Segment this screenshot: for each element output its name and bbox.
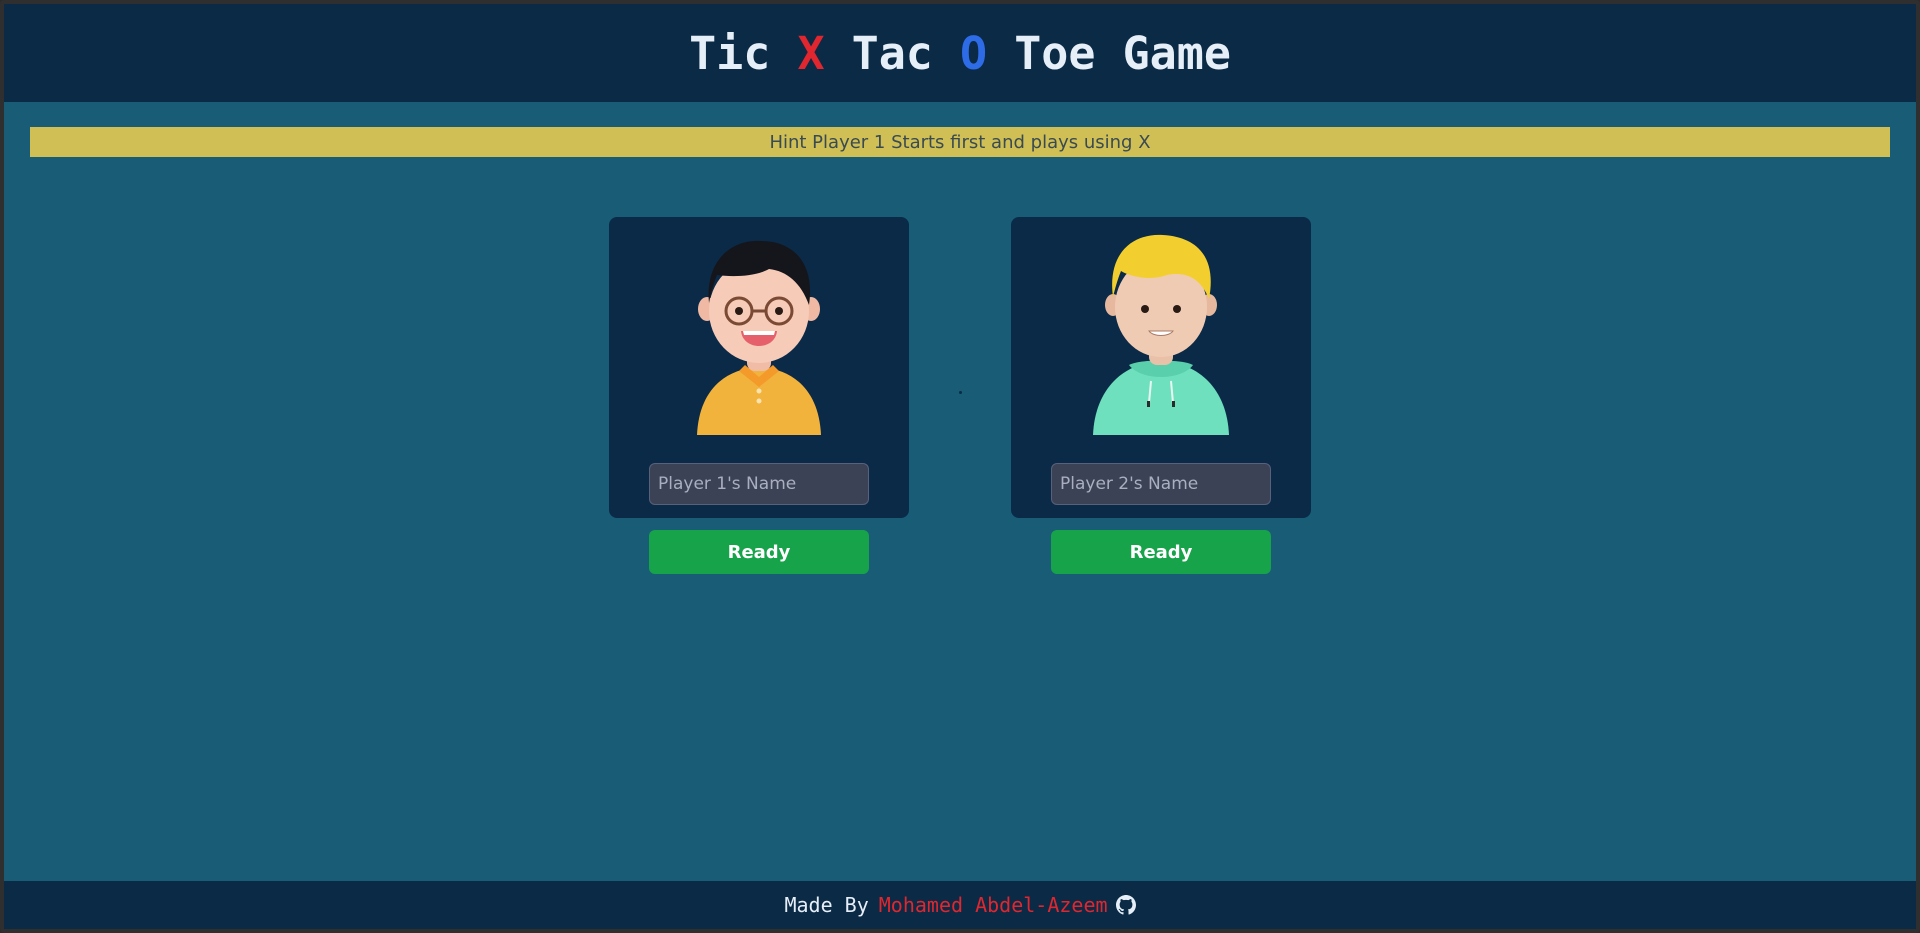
title-word-tac: Tac xyxy=(851,26,933,80)
page-title: Tic X Tac O Toe Game xyxy=(689,27,1231,80)
player-2-avatar-image xyxy=(1093,234,1229,435)
player-2-card xyxy=(1011,217,1311,518)
title-o-mark: O xyxy=(960,26,988,80)
title-word-toe: Toe xyxy=(1014,26,1096,80)
github-icon[interactable] xyxy=(1115,895,1136,915)
hint-banner: Hint Player 1 Starts first and plays usi… xyxy=(30,127,1890,157)
player-1-name-input[interactable] xyxy=(649,463,869,505)
title-x-mark: X xyxy=(797,26,825,80)
boy-glasses-avatar xyxy=(669,231,849,435)
app-window: Tic X Tac O Toe Game Hint Player 1 Start… xyxy=(0,0,1920,933)
center-divider-dot xyxy=(959,391,962,394)
author-link[interactable]: Mohamed Abdel-Azeem xyxy=(879,893,1108,917)
player-1-ready-button[interactable]: Ready xyxy=(649,530,869,574)
player-2-ready-button[interactable]: Ready xyxy=(1051,530,1271,574)
title-word-game: Game xyxy=(1122,26,1231,80)
footer-prefix: Made By xyxy=(784,893,869,917)
title-word-tic: Tic xyxy=(689,26,771,80)
blonde-boy-hoodie-avatar xyxy=(1071,231,1251,435)
app-header: Tic X Tac O Toe Game xyxy=(4,4,1916,102)
player-2-name-input[interactable] xyxy=(1051,463,1271,505)
player-1-avatar-image xyxy=(697,240,821,435)
app-footer: Made By Mohamed Abdel-Azeem xyxy=(4,881,1916,929)
player-1-card xyxy=(609,217,909,518)
